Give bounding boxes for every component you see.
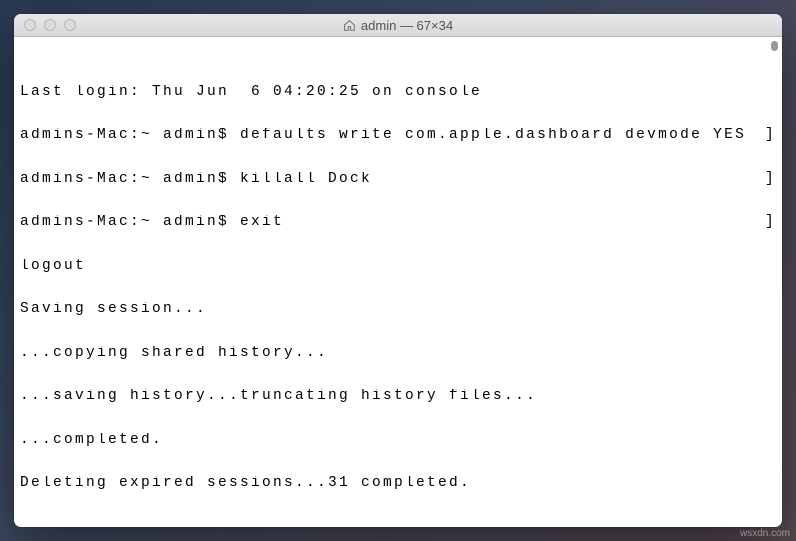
line-text: admins-Mac:~ admin$ killall Dock bbox=[20, 172, 372, 187]
window-title: admin — 67×34 bbox=[343, 18, 453, 33]
line-text: admins-Mac:~ admin$ exit bbox=[20, 215, 284, 230]
terminal-line: ...saving history...truncating history f… bbox=[20, 389, 776, 404]
zoom-button[interactable] bbox=[64, 19, 76, 31]
terminal-line: ...completed. bbox=[20, 433, 776, 448]
titlebar[interactable]: admin — 67×34 bbox=[14, 14, 782, 37]
wrap-bracket: ] bbox=[765, 128, 776, 143]
wrap-bracket: ] bbox=[765, 172, 776, 187]
scrollbar-thumb[interactable] bbox=[771, 41, 778, 51]
terminal-line: logout bbox=[20, 259, 776, 274]
terminal-line: admins-Mac:~ admin$ exit] bbox=[20, 215, 776, 230]
line-text: admins-Mac:~ admin$ defaults write com.a… bbox=[20, 128, 746, 143]
terminal-window: admin — 67×34 Last login: Thu Jun 6 04:2… bbox=[14, 14, 782, 527]
terminal-content[interactable]: Last login: Thu Jun 6 04:20:25 on consol… bbox=[14, 37, 782, 527]
terminal-line: admins-Mac:~ admin$ killall Dock] bbox=[20, 172, 776, 187]
terminal-line: admins-Mac:~ admin$ defaults write com.a… bbox=[20, 128, 776, 143]
terminal-line: Saving session... bbox=[20, 302, 776, 317]
watermark: wsxdn.com bbox=[740, 528, 790, 539]
terminal-line: Last login: Thu Jun 6 04:20:25 on consol… bbox=[20, 85, 776, 100]
wrap-bracket: ] bbox=[765, 215, 776, 230]
home-icon bbox=[343, 19, 356, 32]
terminal-line: Deleting expired sessions...31 completed… bbox=[20, 476, 776, 491]
window-title-text: admin — 67×34 bbox=[361, 18, 453, 33]
close-button[interactable] bbox=[24, 19, 36, 31]
traffic-lights bbox=[24, 19, 76, 31]
minimize-button[interactable] bbox=[44, 19, 56, 31]
terminal-line: ...copying shared history... bbox=[20, 346, 776, 361]
